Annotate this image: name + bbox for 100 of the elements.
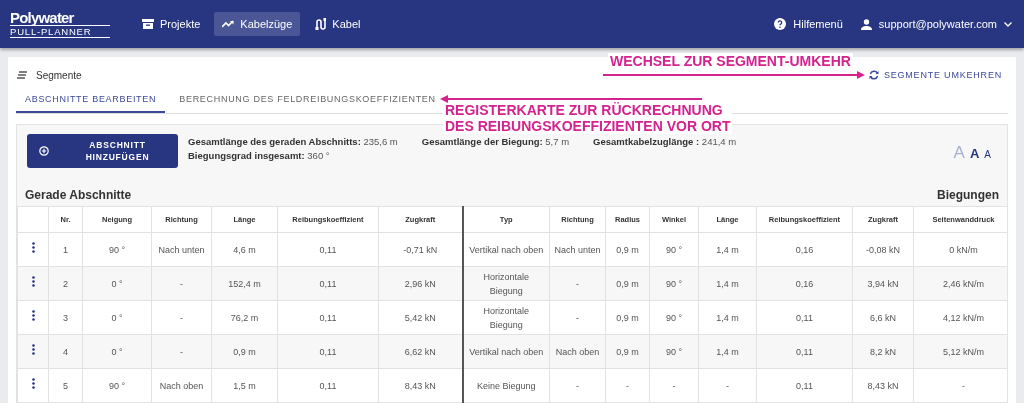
table-cell: 90 ° [665,244,683,255]
table-cell: 6,6 kN [870,312,896,323]
table-cell: 0 ° [111,346,123,357]
row-menu-button[interactable] [30,241,36,254]
table-cell: 1,4 m [716,346,739,357]
row-menu-button[interactable] [30,275,36,288]
table-cell: 8,43 kN [404,380,436,391]
tab[interactable]: BERECHNUNG DES FELDREIBUNGSKOEFFIZIENTEN [170,89,445,113]
table-cell: - [576,380,579,391]
table-cell: - [576,312,579,323]
table-cell: - [962,380,965,391]
table-title: Gerade Abschnitte [25,188,132,204]
table-cell: 0 ° [111,312,123,323]
table-cell: 1,4 m [716,312,739,323]
list-icon [17,71,27,79]
font-size-button[interactable]: A [969,147,980,160]
help-menu-link[interactable]: Hilfemenü [774,18,843,30]
table-cell: 0,16 [795,244,814,255]
add-circle-icon [39,146,49,156]
table-cell: - [726,380,729,391]
table-cell: 90 ° [665,346,683,357]
table-cell: Nach oben [555,346,600,357]
row-menu-button[interactable] [30,309,36,322]
table-cell: 0,9 m [616,244,639,255]
table-cell: 0,9 m [616,278,639,289]
table-cell: - [180,312,183,323]
table-cell: 5 [63,380,68,391]
annotation-text: WECHSEL ZUR SEGMENT-UMKEHR [609,53,852,69]
table-cell: 0,16 [795,278,814,289]
archive-icon [142,18,154,30]
add-section-button[interactable]: ABSCHNITT HINZUFÜGEN [27,134,178,168]
more-vertical-icon [31,276,35,287]
cable-icon [314,18,327,30]
help-icon [774,18,787,30]
section-title: Segmente [36,69,82,81]
table-cell: - [180,346,183,357]
table-cell: 0,9 m [616,346,639,357]
nav-item[interactable]: Kabelzüge [214,12,301,36]
refresh-icon [868,70,879,80]
nav-item[interactable]: Kabel [306,12,369,36]
table-cell: Horizontale Biegung [483,305,529,330]
table-cell: Nach unten [158,244,205,255]
annotation-text: REGISTERKARTE ZUR RÜCKRECHNUNG DES REIBUNGSKOEFFIZIENTEN VOR ORT [444,102,732,134]
table-cell: 90 ° [108,244,126,255]
row-menu-button[interactable] [30,377,36,390]
table-cell: 1,4 m [716,244,739,255]
table-cell: 6,62 kN [404,346,436,357]
table-cell: 0,11 [796,346,813,357]
tab[interactable]: ABSCHNITTE BEARBEITEN [16,89,166,113]
table-cell: 5,12 kN/m [943,346,984,357]
logo: Polywater PULL-PLANNER [10,10,110,38]
table-cell: 0,11 [319,346,337,357]
table-cell: 4,6 m [233,244,256,255]
table-cell: Horizontale Biegung [483,271,529,296]
table-cell: 90 ° [665,278,683,289]
table-cell: 0,11 [319,312,337,323]
chevron-down-icon [1004,21,1012,27]
more-vertical-icon [31,378,35,389]
table-cell: Vertikal nach oben [469,346,544,357]
user-menu[interactable]: support@polywater.com [860,18,1012,30]
table-cell: 0,11 [319,380,337,391]
table-cell: - [576,278,579,289]
table-cell: 0,11 [319,244,337,255]
table-title: Biegungen [937,188,999,204]
font-size-button[interactable]: A [984,150,991,160]
nav-item[interactable]: Projekte [134,12,209,36]
more-vertical-icon [31,310,35,321]
user-icon [860,18,872,30]
table-cell: 90 ° [108,380,126,391]
table-cell: 0,11 [319,278,337,289]
table-cell: 152,4 m [228,278,261,289]
table-cell: 4,12 kN/m [943,312,984,323]
table-cell: 4 [63,346,68,357]
more-vertical-icon [31,344,35,355]
table-cell: 1,5 m [233,380,256,391]
table-cell: 90 ° [665,312,683,323]
table-cell: 3 [63,312,68,323]
table-cell: Vertikal nach oben [469,244,544,255]
table-cell: 76,2 m [230,312,259,323]
table-cell: 0,9 m [233,346,256,357]
table-cell: Nach unten [554,244,601,255]
table-cell: - [672,380,676,391]
table-cell: 8,2 kN [870,346,896,357]
table-cell: 2,46 kN/m [943,278,984,289]
table-cell: 8,43 kN [867,380,899,391]
summary-stat: Gesamtkabelzuglänge : 241,4 m [593,136,737,147]
table-cell: 0,9 m [616,312,639,323]
table-cell: - [626,380,629,391]
table-cell: 1 [63,244,68,255]
table-cell: Keine Biegung [476,380,536,391]
table-cell: 0,11 [796,380,813,391]
summary-stat: Gesamtlänge der Biegung: 5,7 m [421,136,570,147]
summary-stat: Gesamtlänge des geraden Abschnitts: 235,6 m [188,136,398,147]
table-cell: Nach oben [159,380,204,391]
row-menu-button[interactable] [30,343,36,356]
table-cell: 2 [63,278,68,289]
table-cell: -0,71 kN [403,244,438,255]
table-cell: 3,94 kN [867,278,899,289]
more-vertical-icon [31,242,35,253]
reverse-segments-button[interactable]: SEGMENTE UMKEHREN [864,67,1006,83]
